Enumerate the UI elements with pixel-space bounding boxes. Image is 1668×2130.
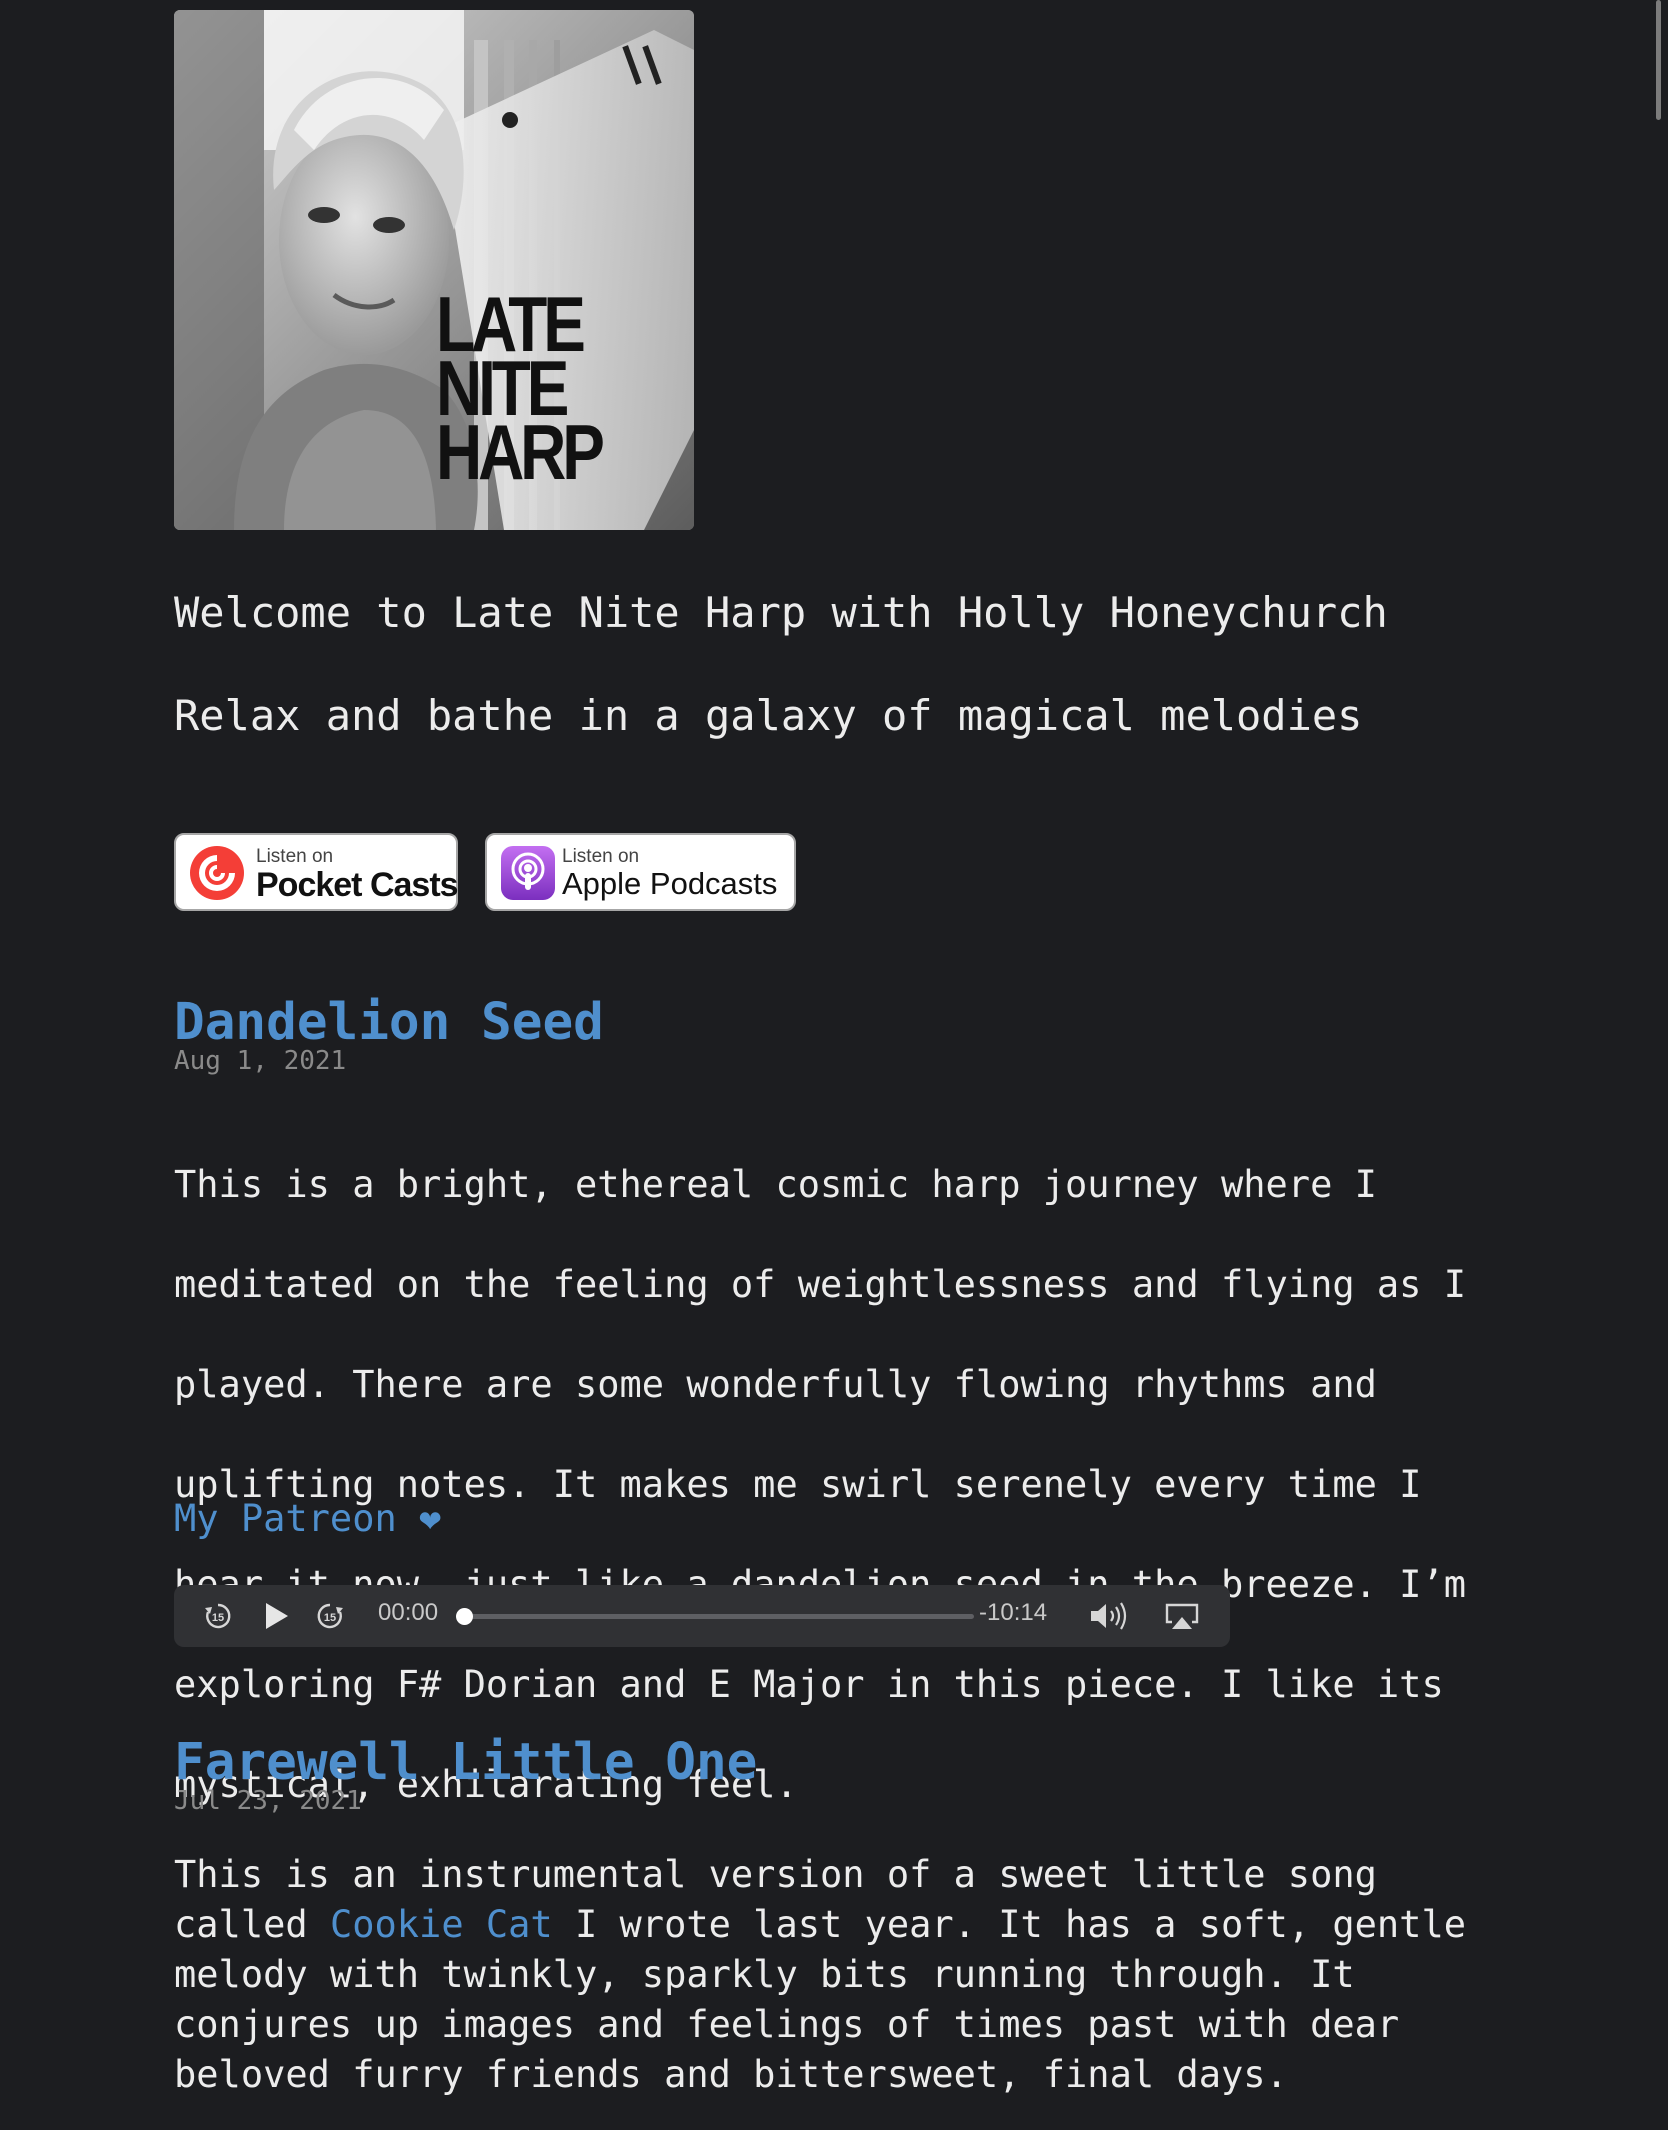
pocket-casts-listen-on: Listen on — [256, 846, 334, 867]
apple-podcasts-badge[interactable]: Listen on Apple Podcasts — [485, 833, 796, 911]
audio-player: 15 15 00:00 -10:14 — [174, 1585, 1230, 1647]
scrollbar[interactable] — [1656, 0, 1661, 120]
description-line: meditated on the feeling of weightlessne… — [174, 1263, 1467, 1306]
description-line: This is a bright, ethereal cosmic harp j… — [174, 1163, 1377, 1206]
description-line: played. There are some wonderfully flowi… — [174, 1363, 1377, 1406]
apple-podcasts-icon — [501, 846, 555, 900]
play-icon[interactable] — [260, 1600, 292, 1632]
podcast-cover-image: LATE NITE HARP — [174, 10, 694, 530]
apple-podcasts-listen-on: Listen on — [562, 846, 640, 867]
apple-podcasts-label: Apple Podcasts — [562, 866, 778, 901]
cookie-cat-link[interactable]: Cookie Cat — [330, 1903, 553, 1946]
welcome-heading: Welcome to Late Nite Harp with Holly Hon… — [174, 588, 1388, 637]
svg-text:15: 15 — [324, 1612, 336, 1624]
cover-artwork — [174, 10, 694, 530]
pocket-casts-badge[interactable]: Listen on Pocket Casts — [174, 833, 459, 911]
pocket-casts-icon — [190, 846, 244, 900]
progress-knob[interactable] — [456, 1608, 473, 1625]
episode-title-link[interactable]: Farewell Little One — [174, 1732, 757, 1794]
description-line: exploring F# Dorian and E Major in this … — [174, 1663, 1444, 1706]
airplay-icon[interactable] — [1164, 1600, 1200, 1632]
patreon-link[interactable]: My Patreon ❤ — [174, 1497, 441, 1540]
skip-forward-15-icon[interactable]: 15 — [314, 1600, 346, 1632]
svg-text:15: 15 — [212, 1612, 224, 1624]
pocket-casts-label: Pocket Casts — [256, 866, 459, 904]
volume-icon[interactable] — [1088, 1600, 1132, 1632]
episode-date: Jul 23, 2021 — [174, 1786, 362, 1816]
cover-title-text: LATE NITE HARP — [436, 280, 605, 496]
episode-description: This is an instrumental version of a swe… — [174, 1850, 1494, 2100]
remaining-time: -10:14 — [979, 1599, 1048, 1626]
episode-date: Aug 1, 2021 — [174, 1046, 347, 1076]
progress-track[interactable] — [464, 1614, 974, 1619]
episode-title-link[interactable]: Dandelion Seed — [174, 992, 604, 1054]
skip-back-15-icon[interactable]: 15 — [202, 1600, 234, 1632]
tagline: Relax and bathe in a galaxy of magical m… — [174, 691, 1363, 740]
elapsed-time: 00:00 — [378, 1599, 439, 1626]
